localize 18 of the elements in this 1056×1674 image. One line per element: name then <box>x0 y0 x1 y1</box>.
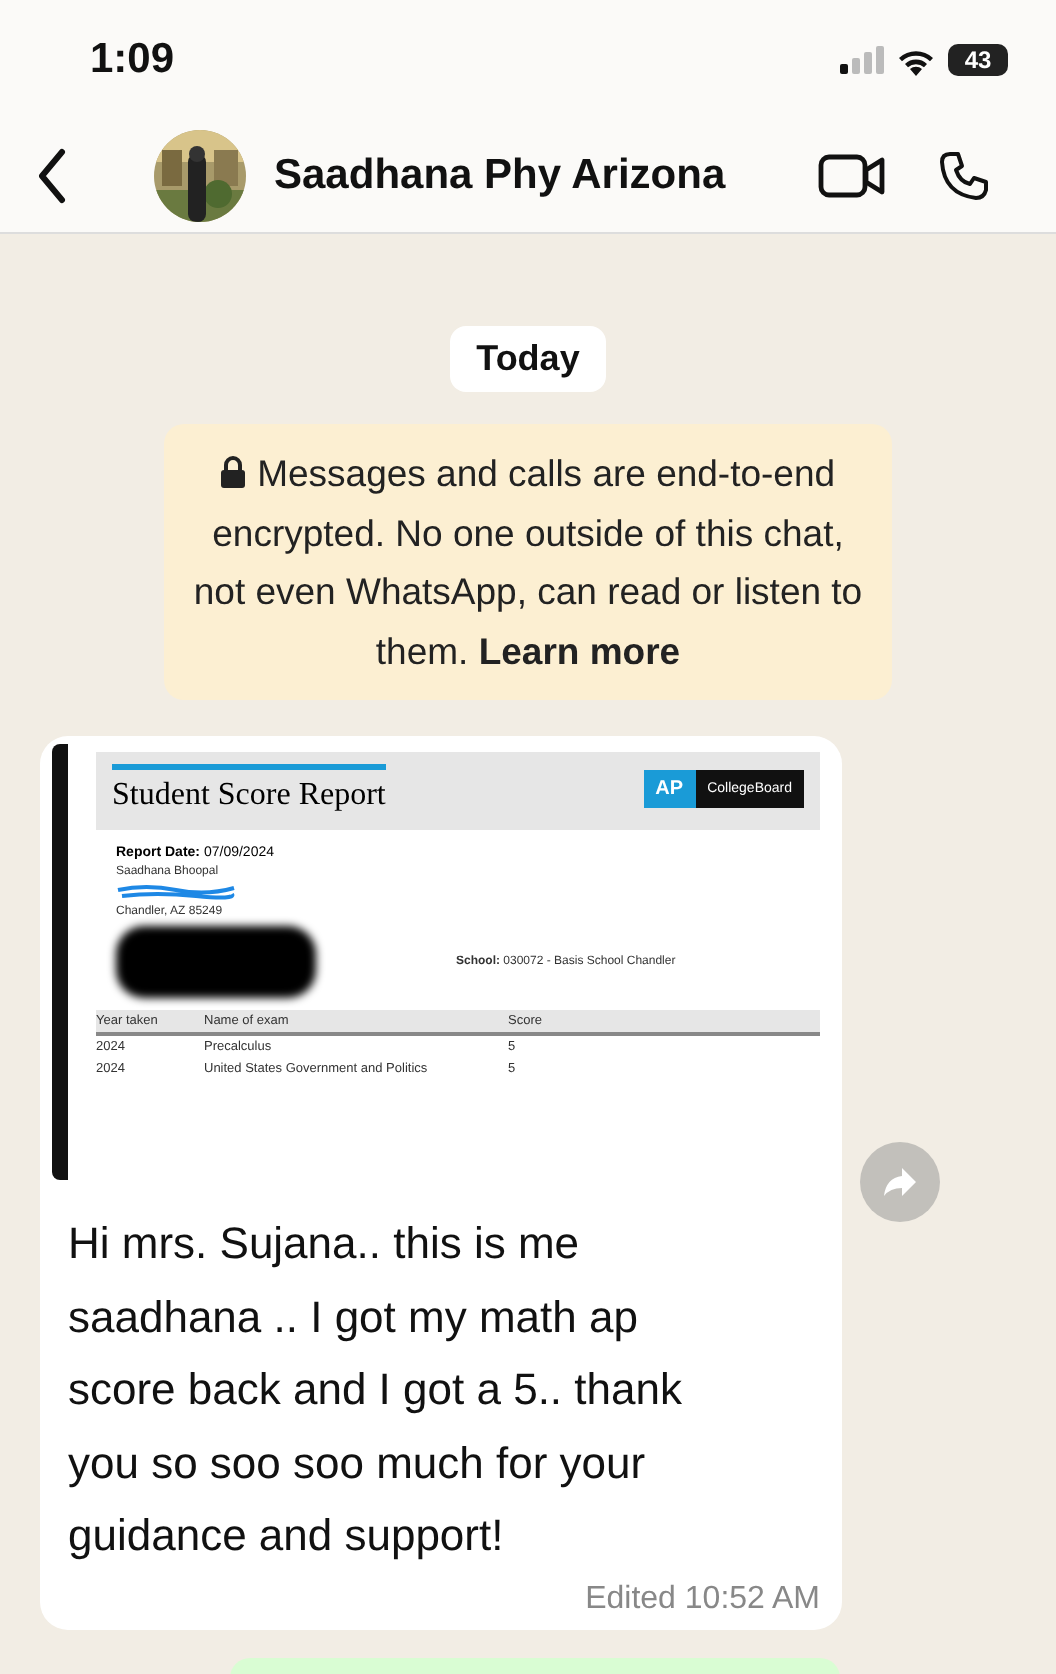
learn-more-link[interactable]: Learn more <box>478 629 681 671</box>
message-text: Hi mrs. Sujana.. this is me saadhana .. I got my math ap score back and I got a 5.. thank you so soo soo much for your guidance and support! <box>68 1216 684 1564</box>
scribble-drawing <box>116 884 236 900</box>
ap-logo: AP <box>643 770 696 808</box>
lock-icon <box>220 456 247 488</box>
phone-icon[interactable] <box>937 150 990 202</box>
share-arrow-icon <box>882 1166 918 1199</box>
signal-icon <box>840 46 884 74</box>
status-time: 1:09 <box>90 36 175 84</box>
message-timestamp: Edited 10:52 AM <box>585 1581 820 1617</box>
date-chip: Today <box>450 326 606 392</box>
back-icon[interactable] <box>36 148 68 204</box>
wifi-icon <box>896 45 936 75</box>
contact-name[interactable]: Saadhana Phy Arizona <box>274 152 726 200</box>
battery-icon: 43 <box>948 44 1008 76</box>
encryption-notice: Messages and calls are end-to-end encrypted. No one outside of this chat, not even WhatsApp, can read or listen to them. Learn more <box>164 424 892 700</box>
video-call-icon[interactable] <box>817 154 886 198</box>
report-title: Student Score Report <box>112 764 386 814</box>
